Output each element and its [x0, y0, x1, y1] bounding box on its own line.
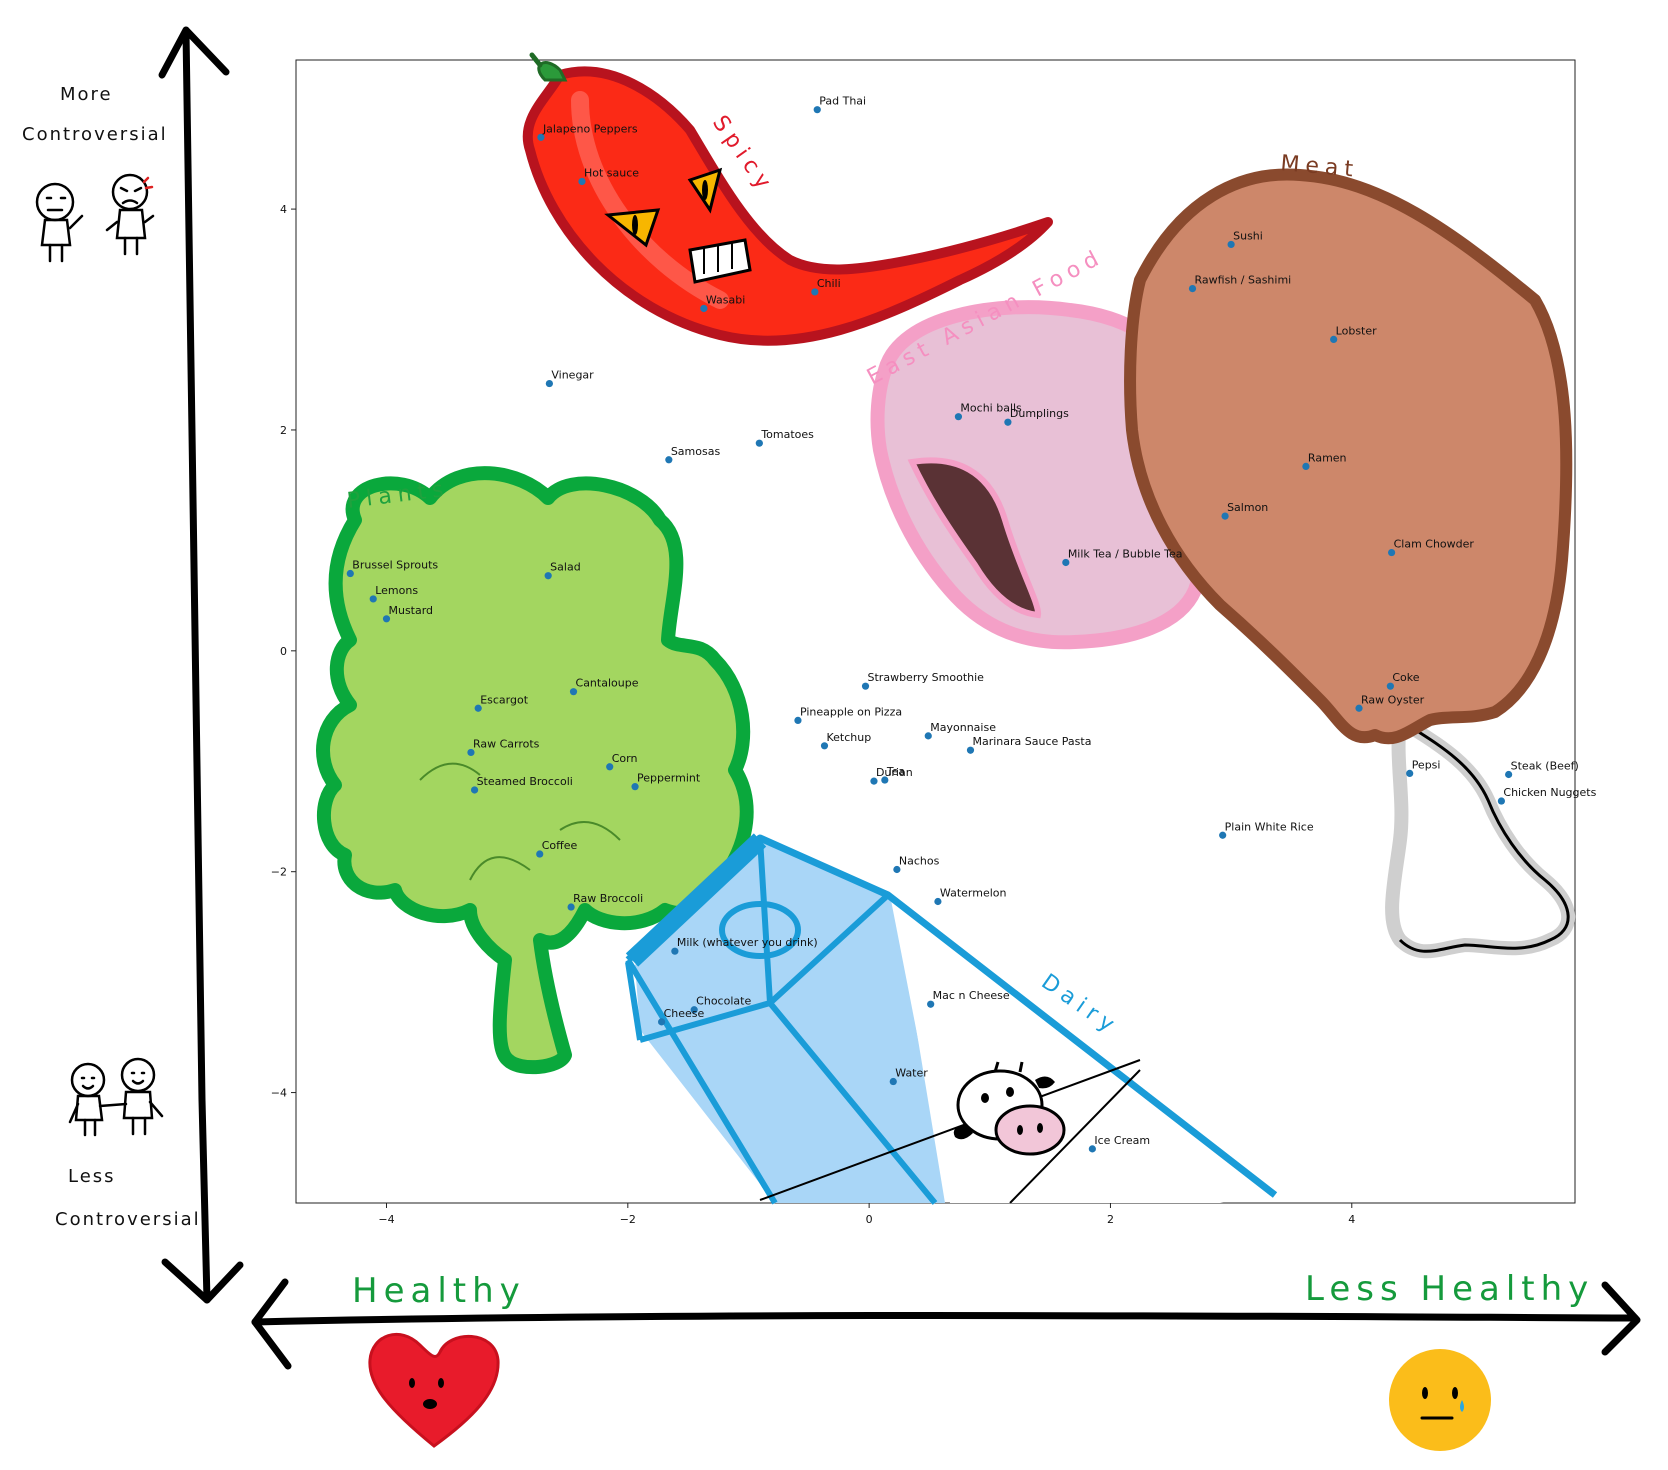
- point-label: Tea: [886, 765, 905, 778]
- point-label: Coke: [1392, 671, 1419, 684]
- y-top-label-line1: More: [60, 84, 113, 105]
- x-tick-label: 0: [866, 1213, 873, 1226]
- arguing-people-icon: [35, 173, 155, 263]
- point-label: Samosas: [671, 445, 721, 458]
- point-label: Chicken Nuggets: [1503, 786, 1596, 799]
- point-label: Milk (whatever you drink): [677, 936, 818, 949]
- sad-face-icon: [1389, 1349, 1491, 1451]
- point-label: Steamed Broccoli: [477, 775, 573, 788]
- point-label: Raw Carrots: [473, 737, 540, 750]
- y-bottom-label-line2: Controversial: [55, 1209, 201, 1230]
- point-label: Lemons: [375, 584, 418, 597]
- point-label: Water: [895, 1067, 928, 1080]
- x-left-label: Healthy: [352, 1271, 526, 1311]
- y-tick-label: −2: [271, 866, 287, 879]
- point-label: Steak (Beef): [1511, 760, 1579, 773]
- point-label: Tomatoes: [760, 428, 814, 441]
- y-tick-label: −4: [271, 1087, 287, 1100]
- point-label: Mayonnaise: [930, 721, 996, 734]
- food-chart-canvas: More Controversial Less Controversial He…: [22, 26, 1641, 1451]
- y-tick-label: 0: [280, 645, 287, 658]
- point-label: Corn: [612, 752, 638, 765]
- point-label: Dumplings: [1010, 407, 1069, 420]
- point-label: Peppermint: [637, 772, 701, 785]
- friendly-people-icon: [68, 1057, 164, 1137]
- point-label: Salmon: [1227, 501, 1268, 514]
- point-label: Sushi: [1233, 229, 1263, 242]
- point-label: Jalapeno Peppers: [542, 122, 638, 135]
- point-label: Cantaloupe: [576, 677, 639, 690]
- y-tick-label: 2: [280, 424, 287, 437]
- point-label: Salad: [550, 561, 581, 574]
- point-label: Raw Oyster: [1361, 693, 1425, 706]
- point-label: Pepsi: [1412, 758, 1441, 771]
- point-label: Clam Chowder: [1394, 538, 1475, 551]
- x-tick-label: 2: [1107, 1213, 1114, 1226]
- point-label: Watermelon: [940, 887, 1007, 900]
- point-label: Cheese: [664, 1007, 705, 1020]
- y-tick-label: 4: [280, 203, 287, 216]
- point-label: Hot sauce: [584, 166, 639, 179]
- point-label: Brussel Sprouts: [352, 559, 438, 572]
- x-tick-label: −2: [620, 1213, 636, 1226]
- point-label: Coffee: [542, 839, 578, 852]
- point-label: Chili: [817, 277, 841, 290]
- point-label: Milk Tea / Bubble Tea: [1068, 547, 1183, 560]
- point-label: Mustard: [388, 604, 433, 617]
- heart-icon: [368, 1332, 500, 1448]
- point-label: Vinegar: [551, 369, 594, 382]
- point-label: Marinara Sauce Pasta: [972, 735, 1091, 748]
- point-label: Ketchup: [826, 731, 871, 744]
- point-label: Plain White Rice: [1225, 820, 1314, 833]
- y-bottom-label-line1: Less: [68, 1166, 116, 1187]
- x-right-label: Less Healthy: [1305, 1269, 1594, 1309]
- point-label: Mac n Cheese: [933, 989, 1010, 1002]
- point-label: Raw Broccoli: [573, 892, 643, 905]
- y-direction-arrow: [158, 26, 244, 1304]
- x-tick-label: 4: [1348, 1213, 1355, 1226]
- point-label: Ramen: [1308, 451, 1347, 464]
- y-top-label-line2: Controversial: [22, 124, 168, 145]
- point-label: Ice Cream: [1094, 1134, 1150, 1147]
- point-label: Pad Thai: [819, 95, 866, 108]
- point-label: Escargot: [480, 693, 529, 706]
- point-label: Nachos: [899, 854, 940, 867]
- point-label: Pineapple on Pizza: [800, 705, 902, 718]
- x-tick-label: −4: [378, 1213, 394, 1226]
- point-label: Rawfish / Sashimi: [1195, 274, 1292, 287]
- point-label: Lobster: [1336, 324, 1377, 337]
- point-label: Chocolate: [696, 995, 751, 1008]
- point-label: Strawberry Smoothie: [868, 671, 985, 684]
- point-label: Wasabi: [706, 293, 745, 306]
